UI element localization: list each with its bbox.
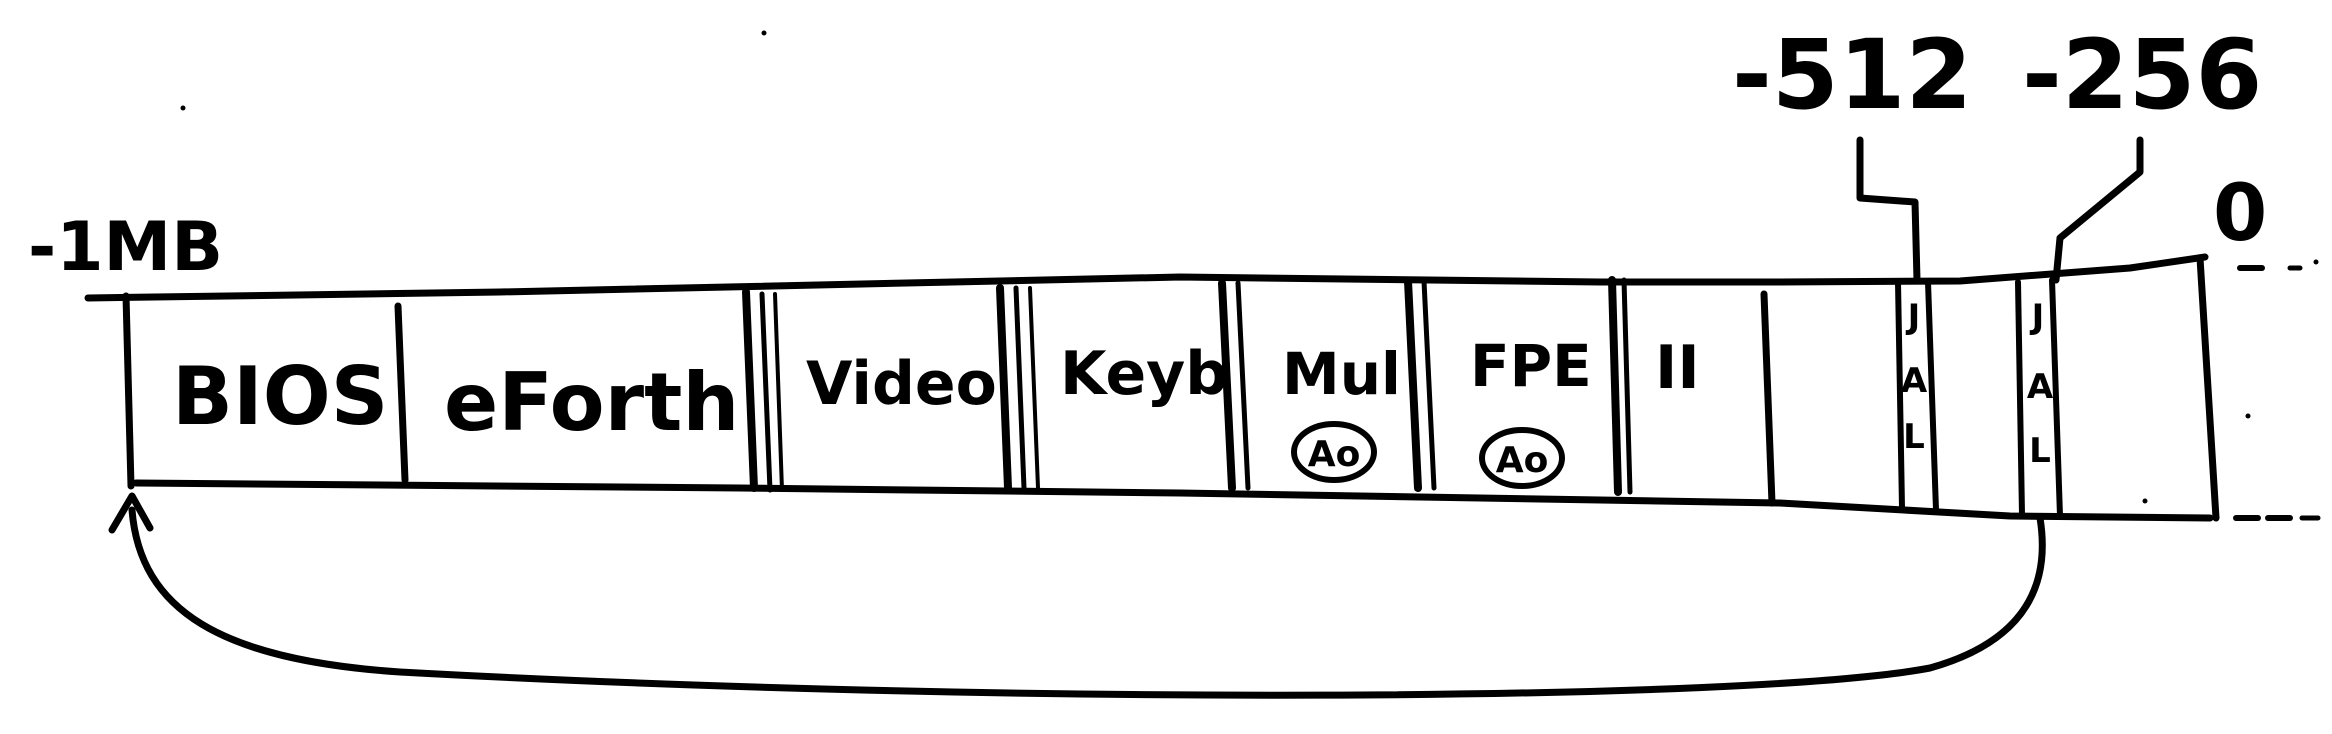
block-label-video: Video [806,349,997,419]
block-label-mul: Mul [1282,340,1401,408]
stray-dot [2245,413,2251,419]
marker-leader-256 [2052,136,2144,284]
divider-jal2-right [2049,277,2063,519]
block-label-ii: II [1655,333,1700,403]
divider-ii-free [1760,290,1776,507]
right-dashes [2233,265,2321,521]
block-label-bios: BIOS [172,350,388,443]
stray-dot [180,105,186,111]
divider-mul-fpe [1404,277,1422,492]
divider-video-keyb [996,284,1012,492]
jal-slot-2: J A L [2027,297,2054,471]
divider-jal2-left [2015,279,2025,518]
marker-label-256: -256 [2022,19,2262,131]
jal-slot-1: J A L [1901,297,1928,457]
badge-mul: Ao [1291,421,1377,483]
jal1-letter-j: J [1906,297,1921,337]
badge-fpe: Ao [1479,427,1565,489]
jal1-letter-a: A [1901,361,1928,401]
divider-eforth-video [742,288,758,492]
jal1-letter-l: L [1903,417,1925,457]
stray-dot [2142,498,2148,504]
memory-bar-top-edge [84,253,2209,302]
divider-fpe-ii [1608,276,1622,496]
jal2-letter-l: L [2029,431,2051,471]
block-label-fpe: FPE [1470,332,1592,400]
start-label-1mb: -1MB [28,208,223,287]
divider-bios-eforth [394,302,409,484]
stray-dot [761,30,767,36]
marker-label-512: -512 [1732,19,1972,131]
block-label-eforth: eForth [444,356,739,449]
badge-fpe-text: Ao [1496,440,1549,481]
block-label-keyb: Keyb [1060,339,1228,409]
badge-mul-text: Ao [1308,434,1361,475]
jal2-letter-a: A [2027,367,2054,407]
jal2-letter-j: J [2030,297,2045,337]
jump-arrow [108,492,2046,699]
stray-dot [2313,259,2319,265]
jump-arrow-curve [128,506,2046,699]
memory-bar-left-edge [122,292,135,490]
end-label-zero: 0 [2213,169,2267,259]
memory-bar-right-edge [2196,254,2220,522]
divider-jal1-right [1925,279,1939,513]
marker-leader-512 [1856,136,1921,284]
memory-map-diagram: -1MB 0 -512 -256 BIOS eForth Video Keyb … [28,19,2321,699]
